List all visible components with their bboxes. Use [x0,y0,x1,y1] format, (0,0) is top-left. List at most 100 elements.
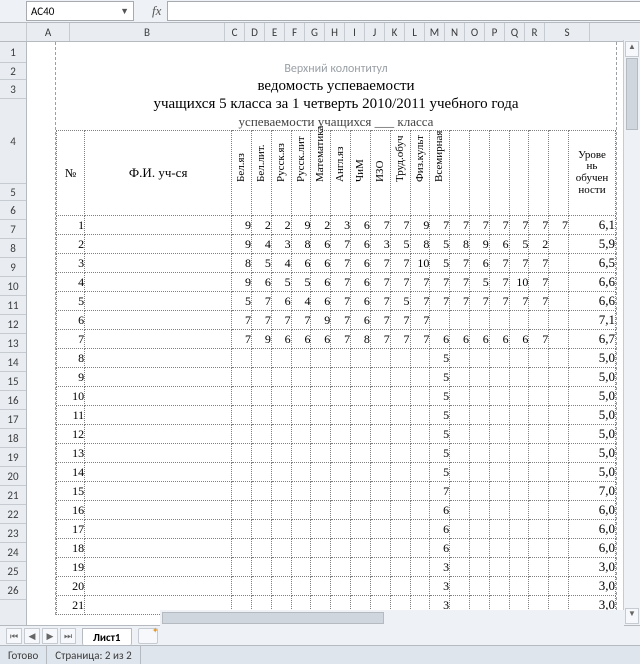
cell-grade[interactable]: 7 [252,292,272,311]
cell-grade[interactable] [549,482,569,501]
name-box[interactable]: AC40 ▼ [26,1,134,21]
col-header-E[interactable]: E [265,23,285,41]
cell-grade[interactable]: 5 [252,254,272,273]
cell-grade[interactable] [529,387,549,406]
cell-grade[interactable] [291,463,311,482]
cell-grade[interactable]: 8 [232,254,252,273]
cell-grade[interactable] [450,387,470,406]
cell-grade[interactable]: 5 [430,368,450,387]
cell-grade[interactable] [311,577,331,596]
cell-grade[interactable]: 9 [232,235,252,254]
cell-grade[interactable] [469,501,489,520]
cell-fio[interactable] [85,577,232,596]
cell-grade[interactable] [489,444,509,463]
cell-grade[interactable] [549,387,569,406]
cell-grade[interactable] [410,387,430,406]
cell-grade[interactable] [489,406,509,425]
cell-grade[interactable]: 7 [549,216,569,235]
cell-grade[interactable] [351,349,371,368]
cell-grade[interactable] [351,520,371,539]
cell-grade[interactable]: 5 [390,292,410,311]
cell-grade[interactable]: 7 [450,254,470,273]
cell-grade[interactable] [489,463,509,482]
cell-grade[interactable]: 7 [331,330,351,349]
cell-grade[interactable]: 10 [509,273,529,292]
cell-grade[interactable] [351,463,371,482]
cell-grade[interactable] [529,463,549,482]
cell-grade[interactable] [390,482,410,501]
cell-grade[interactable] [489,501,509,520]
row-header-14[interactable]: 14 [0,353,26,372]
cell-grade[interactable] [489,425,509,444]
cell-grade[interactable]: 3 [271,235,291,254]
cell-grade[interactable] [331,425,351,444]
cell-grade[interactable] [469,539,489,558]
cell-grade[interactable] [469,444,489,463]
cell-grade[interactable] [469,520,489,539]
cell-grade[interactable] [252,349,272,368]
cell-grade[interactable] [509,311,529,330]
cell-grade[interactable] [271,406,291,425]
cell-grade[interactable]: 4 [252,235,272,254]
cell-num[interactable]: 5 [57,292,85,311]
cell-grade[interactable] [410,520,430,539]
cell-grade[interactable] [489,482,509,501]
cell-grade[interactable] [271,520,291,539]
cell-grade[interactable] [291,368,311,387]
cell-grade[interactable] [469,387,489,406]
col-header-H[interactable]: H [325,23,345,41]
cell-level[interactable]: 6,6 [569,292,616,311]
cell-grade[interactable] [529,349,549,368]
cell-grade[interactable] [529,558,549,577]
cell-grade[interactable]: 4 [271,254,291,273]
cell-grade[interactable]: 6 [311,273,331,292]
cell-grade[interactable]: 7 [489,254,509,273]
cell-grade[interactable]: 2 [311,216,331,235]
cell-level[interactable]: 5,0 [569,368,616,387]
row-header-8[interactable]: 8 [0,239,26,258]
cell-grade[interactable]: 7 [529,254,549,273]
cell-grade[interactable] [489,368,509,387]
cell-num[interactable]: 8 [57,349,85,368]
cell-grade[interactable] [252,406,272,425]
cell-grade[interactable]: 2 [271,216,291,235]
cell-grade[interactable] [351,539,371,558]
cell-grade[interactable] [509,368,529,387]
cell-grade[interactable] [252,425,272,444]
cell-grade[interactable]: 6 [430,330,450,349]
cell-grade[interactable]: 5 [509,235,529,254]
cell-grade[interactable]: 7 [331,311,351,330]
cell-grade[interactable] [331,349,351,368]
cell-grade[interactable]: 6 [430,520,450,539]
row-header-25[interactable]: 25 [0,562,26,581]
cell-grade[interactable]: 5 [430,463,450,482]
cell-grade[interactable]: 5 [430,254,450,273]
cell-grade[interactable] [291,349,311,368]
cell-grade[interactable] [331,520,351,539]
cell-grade[interactable] [529,311,549,330]
cell-grade[interactable] [549,273,569,292]
cell-grade[interactable] [351,387,371,406]
col-header-J[interactable]: J [365,23,385,41]
cell-grade[interactable]: 7 [450,292,470,311]
cell-grade[interactable] [450,520,470,539]
scroll-up-icon[interactable]: ▲ [625,41,639,57]
col-header-S[interactable]: S [545,23,590,41]
cell-grade[interactable] [410,425,430,444]
row-header-21[interactable]: 21 [0,486,26,505]
cell-grade[interactable]: 7 [410,273,430,292]
row-header-23[interactable]: 23 [0,524,26,543]
col-header-I[interactable]: I [345,23,365,41]
cell-grade[interactable] [450,349,470,368]
cell-grade[interactable] [331,501,351,520]
cell-grade[interactable]: 7 [410,292,430,311]
cell-grade[interactable] [390,463,410,482]
cell-grade[interactable] [291,387,311,406]
cell-grade[interactable] [529,520,549,539]
cell-grade[interactable] [351,444,371,463]
cell-grade[interactable] [410,539,430,558]
cell-grade[interactable] [509,520,529,539]
cell-grade[interactable]: 7 [410,330,430,349]
row-header-6[interactable]: 6 [0,201,26,220]
cell-fio[interactable] [85,425,232,444]
